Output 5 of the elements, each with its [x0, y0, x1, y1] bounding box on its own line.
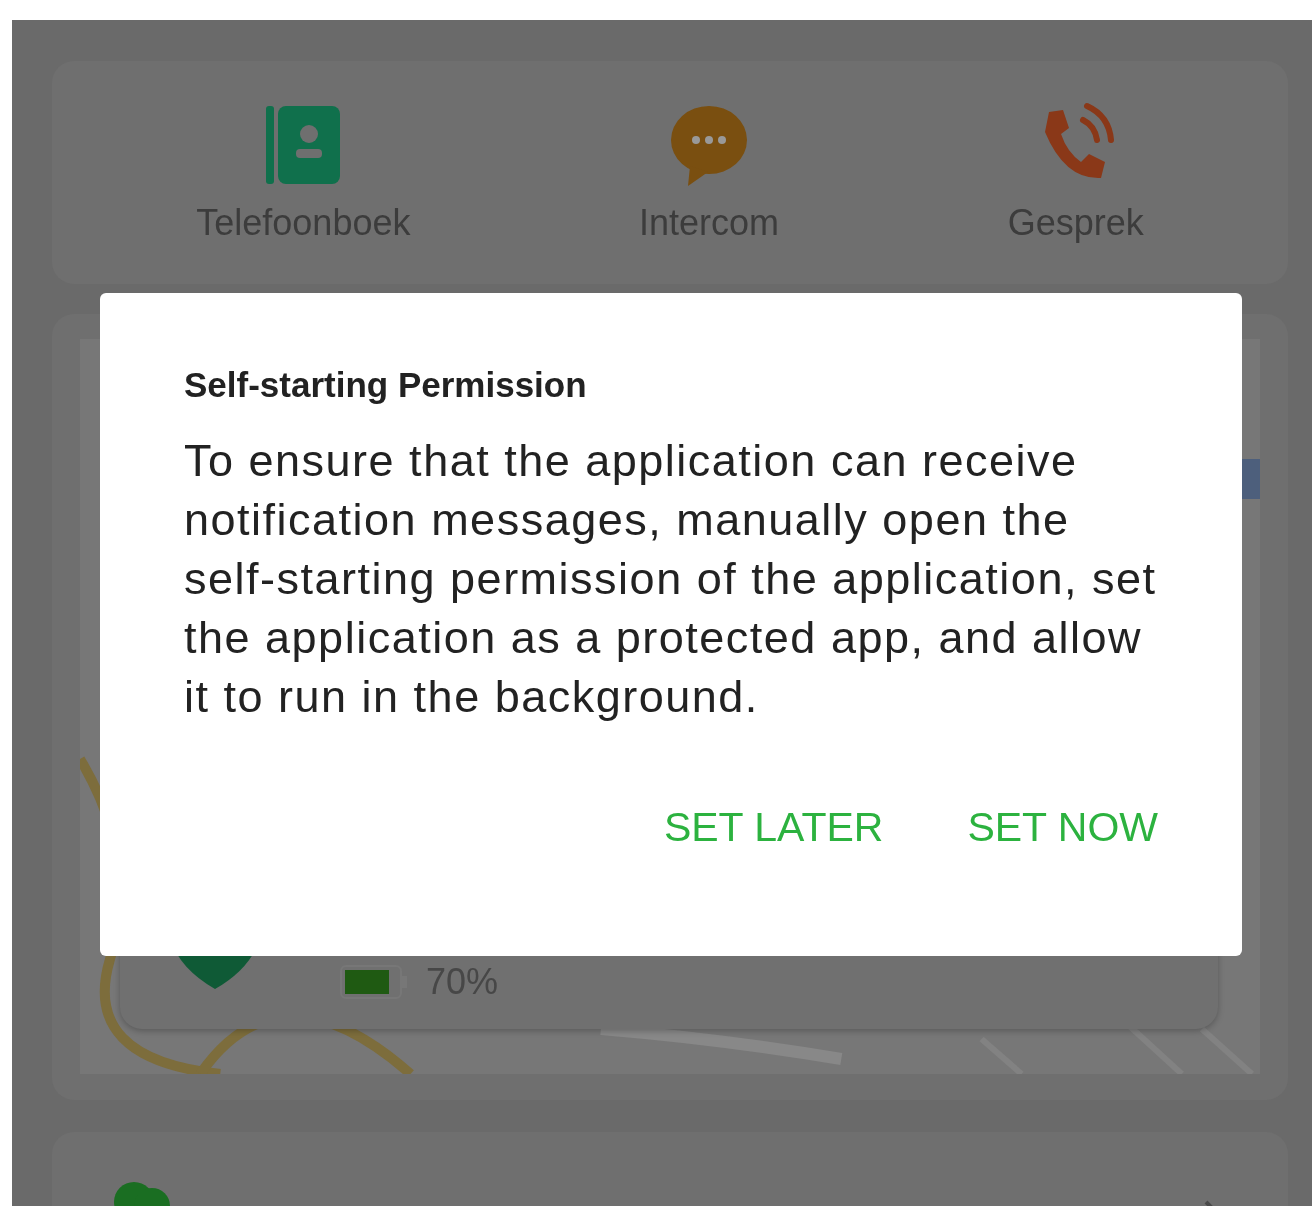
battery-icon [340, 965, 408, 999]
dialog-message: To ensure that the application can receive notification messages, manually open the self-starting permission of the application, set the application as a protected app, and allow it to run in the background. [184, 434, 1158, 724]
dialog-button[interactable]: SET LATER [663, 804, 884, 851]
dialog-title: Self-starting Permission [184, 365, 588, 405]
dialog-button[interactable]: SET NOW [967, 804, 1158, 851]
